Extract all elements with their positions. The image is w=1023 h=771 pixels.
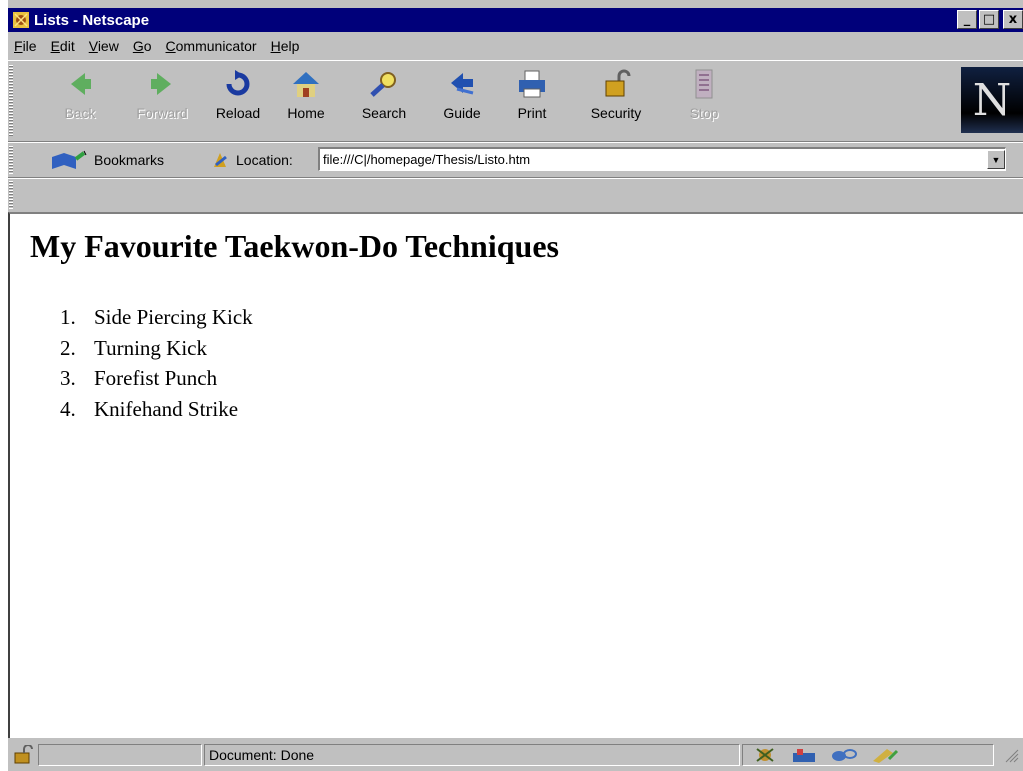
netscape-logo[interactable]: N [961, 67, 1023, 133]
menu-bar: File Edit View Go Communicator Help [8, 34, 1023, 58]
forward-button[interactable]: Forward [128, 67, 196, 135]
list-item-text: Forefist Punch [94, 366, 218, 390]
reload-label: Reload [215, 105, 261, 121]
menu-mnemonic: E [50, 38, 60, 54]
minimize-button[interactable]: _ [957, 10, 977, 29]
print-label: Print [517, 105, 547, 121]
list-item-number: 2. [60, 335, 76, 360]
menu-mnemonic: F [14, 38, 23, 54]
discussions-icon[interactable] [829, 747, 859, 763]
list-item-text: Knifehand Strike [94, 396, 239, 421]
home-label: Home [287, 105, 325, 121]
menu-communicator[interactable]: Communicator [160, 38, 265, 54]
menu-help[interactable]: Help [265, 38, 308, 54]
back-button[interactable]: Back [46, 67, 114, 135]
close-button[interactable]: x [1003, 10, 1023, 29]
page-content: My Favourite Taekwon-Do Techniques 1. Sid… [8, 212, 1023, 738]
bookmarks-button[interactable]: Bookmarks [50, 149, 164, 171]
search-icon [370, 72, 396, 97]
list-item: 4. Knifehand Strike [60, 394, 253, 425]
menu-mnemonic: C [165, 38, 176, 54]
bookmarks-label: Bookmarks [94, 152, 165, 168]
forward-label: Forward [136, 105, 188, 121]
menu-label: ile [22, 38, 37, 54]
menu-mnemonic: H [270, 38, 281, 54]
list-item: 2. Turning Kick [60, 333, 253, 364]
netscape-app-icon [13, 12, 29, 28]
list-item-text: Side Piercing Kick [94, 305, 253, 329]
mail-icon[interactable] [789, 747, 819, 763]
status-panel: Document: Done [204, 744, 740, 766]
stop-icon [695, 69, 713, 99]
list-item-number: 3. [60, 366, 76, 390]
padlock-icon [605, 69, 631, 97]
reload-icon [226, 70, 250, 96]
menu-label: o [143, 38, 152, 54]
home-icon [293, 72, 319, 97]
chevron-down-icon: ▼ [991, 154, 1001, 165]
menu-go[interactable]: Go [127, 38, 160, 54]
guide-button[interactable]: Guide [428, 67, 496, 135]
composer-icon[interactable] [869, 747, 899, 763]
toolbar-grip[interactable] [9, 146, 13, 174]
search-label: Search [361, 105, 407, 121]
location-label: Location: [236, 152, 293, 168]
navigation-toolbar: Back Forward Reload Home Search Guide Pr… [8, 60, 1023, 142]
list-item-number: 1. [60, 305, 76, 329]
url-input[interactable]: file:///C|/homepage/Thesis/Listo.htm ▼ [318, 147, 1006, 171]
url-text: file:///C|/homepage/Thesis/Listo.htm [323, 152, 531, 167]
menu-mnemonic: V [88, 38, 98, 54]
title-bar[interactable]: Lists - Netscape _ □ x [8, 8, 1023, 32]
location-label-group: Location: [210, 149, 293, 171]
toolbar-grip[interactable] [9, 65, 13, 137]
toolbar-grip[interactable] [9, 181, 13, 209]
url-dropdown-button[interactable]: ▼ [987, 150, 1005, 169]
back-label: Back [64, 105, 96, 121]
search-button[interactable]: Search [350, 67, 418, 135]
menu-label: iew [97, 38, 119, 54]
page-proxy-icon[interactable] [210, 149, 230, 171]
page-heading: My Favourite Taekwon-Do Techniques [30, 228, 559, 264]
print-button[interactable]: Print [498, 67, 566, 135]
menu-view[interactable]: View [83, 38, 127, 54]
stop-label: Stop [689, 105, 719, 121]
menu-edit[interactable]: Edit [45, 38, 83, 54]
progress-panel [38, 744, 202, 766]
guide-icon [451, 73, 474, 95]
navigator-icon[interactable] [751, 747, 779, 763]
maximize-button[interactable]: □ [979, 10, 999, 29]
window-controls: _ □ x [957, 10, 1023, 29]
security-label: Security [590, 105, 642, 121]
back-arrow-icon [71, 73, 91, 95]
menu-label: ommunicator [175, 38, 257, 54]
menu-mnemonic: G [132, 38, 144, 54]
menu-label: elp [280, 38, 300, 54]
status-text: Document: Done [209, 747, 315, 763]
bookmarks-icon [52, 150, 87, 169]
location-toolbar: Bookmarks Location: file:///C|/homepage/… [8, 142, 1023, 178]
component-bar [742, 744, 994, 766]
menu-label: dit [59, 38, 75, 54]
reload-button[interactable]: Reload [204, 67, 272, 135]
stop-button[interactable]: Stop [670, 67, 738, 135]
window-title: Lists - Netscape [34, 11, 150, 29]
resize-grip-icon[interactable] [1005, 749, 1019, 763]
techniques-list: 1. Side Piercing Kick 2. Turning Kick 3. Fo… [60, 302, 253, 424]
security-status-icon[interactable] [12, 745, 34, 765]
security-button[interactable]: Security [582, 67, 650, 135]
status-bar: Document: Done [8, 739, 1023, 771]
list-item-text: Turning Kick [94, 335, 207, 360]
menu-file[interactable]: File [8, 38, 45, 54]
forward-arrow-icon [151, 73, 171, 95]
list-item: 3. Forefist Punch [60, 363, 253, 394]
list-item: 1. Side Piercing Kick [60, 302, 253, 333]
browser-window: Lists - Netscape _ □ x File Edit View Go… [8, 0, 1023, 771]
personal-toolbar [8, 178, 1023, 212]
printer-icon [519, 70, 545, 98]
guide-label: Guide [443, 105, 481, 121]
list-item-number: 4. [60, 396, 76, 421]
home-button[interactable]: Home [272, 67, 340, 135]
